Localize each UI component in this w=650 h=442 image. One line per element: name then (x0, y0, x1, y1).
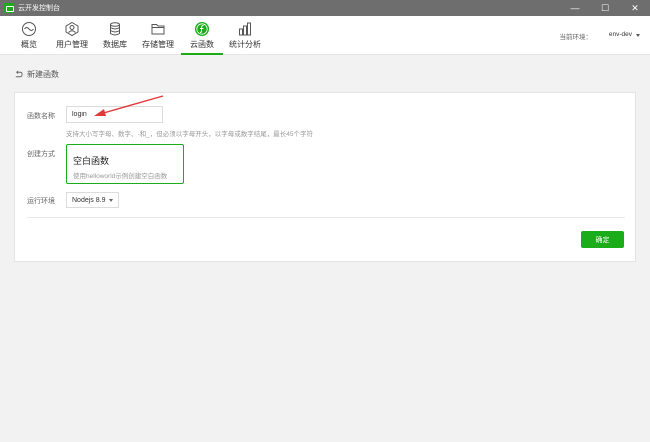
folder-icon (151, 24, 165, 35)
nav-item-overview[interactable]: 概览 (18, 16, 40, 55)
nav-item-statistics[interactable]: 统计分析 (229, 16, 261, 55)
app-logo-icon (4, 3, 14, 13)
nav-item-database[interactable]: 数据库 (103, 16, 127, 55)
database-icon (110, 22, 120, 36)
page-title: 新建函数 (27, 70, 59, 79)
user-management-icon (65, 21, 79, 37)
cloud-function-icon (195, 22, 209, 36)
nav-label-storage: 存储管理 (142, 40, 174, 49)
blank-function-desc: 使用helloworld示例创建空白函数 (73, 173, 168, 180)
create-method-label: 创建方式 (27, 151, 55, 158)
close-button[interactable]: ✕ (620, 0, 650, 16)
chevron-down-icon[interactable] (636, 34, 640, 37)
nav-label-overview: 概览 (21, 40, 37, 49)
form-divider (27, 217, 625, 218)
function-name-input[interactable] (66, 106, 163, 123)
nav-item-cloud-function[interactable]: 云函数 (181, 16, 223, 55)
function-name-label: 函数名称 (27, 113, 55, 120)
nav-label-database: 数据库 (103, 40, 127, 49)
maximize-button[interactable]: ☐ (590, 0, 620, 16)
breadcrumb: 新建函数 (14, 69, 59, 80)
minimize-button[interactable]: — (560, 0, 590, 16)
env-label: 当前环境： (559, 34, 593, 41)
env-selector[interactable]: env-dev (609, 31, 632, 38)
runtime-label: 运行环境 (27, 198, 55, 205)
confirm-button[interactable]: 确定 (581, 231, 624, 248)
runtime-select[interactable]: Nodejs 8.9 (66, 192, 119, 208)
back-arrow-icon[interactable] (14, 70, 23, 79)
blank-function-title: 空白函数 (73, 156, 110, 166)
window-title: 云开发控制台 (18, 5, 60, 12)
top-nav: 概览 用户管理 数据库 存储管理 云函数 统计分析 当前环境： env-dev (0, 16, 650, 55)
blank-function-option[interactable]: 空白函数 使用helloworld示例创建空白函数 (66, 144, 184, 184)
window-controls: — ☐ ✕ (560, 0, 650, 16)
nav-label-user-management: 用户管理 (56, 40, 88, 49)
nav-label-cloud-function: 云函数 (190, 40, 214, 49)
create-function-form: 函数名称 支持大小写字母、数字、-和_，但必须以字母开头，以字母或数字结尾，最长… (14, 92, 636, 262)
nav-item-storage[interactable]: 存储管理 (142, 16, 174, 55)
chevron-down-icon (109, 199, 113, 202)
nav-label-statistics: 统计分析 (229, 40, 261, 49)
runtime-value: Nodejs 8.9 (72, 196, 106, 204)
overview-icon (22, 22, 36, 36)
nav-item-user-management[interactable]: 用户管理 (56, 16, 88, 55)
window-titlebar: 云开发控制台 — ☐ ✕ (0, 0, 650, 16)
statistics-icon (239, 22, 251, 36)
function-name-hint: 支持大小写字母、数字、-和_，但必须以字母开头，以字母或数字结尾，最长45个字符 (66, 131, 314, 138)
